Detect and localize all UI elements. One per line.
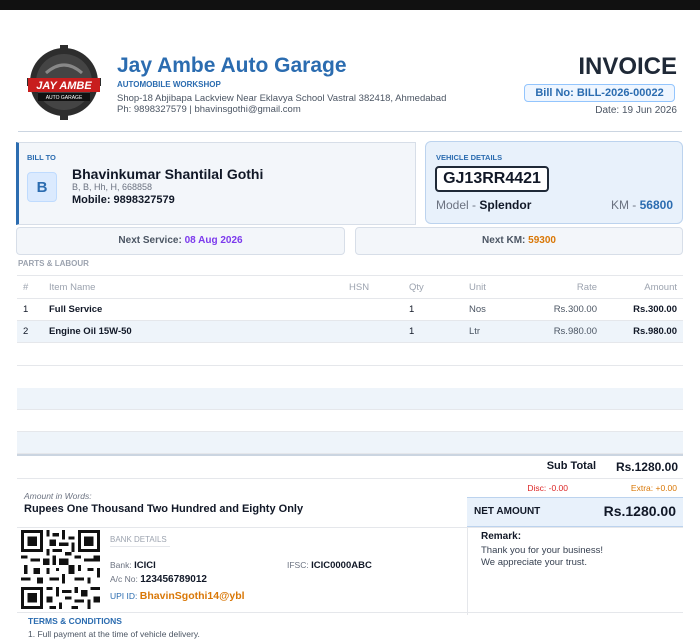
vehicle-km: KM - 56800 — [610, 198, 673, 212]
subtotal-value: Rs.1280.00 — [615, 460, 678, 474]
subtotal-label: Sub Total — [546, 460, 596, 472]
company-name: Jay Ambe Auto Garage — [117, 54, 347, 77]
vehicle-model: Model - Splendor — [436, 198, 532, 212]
empty-row — [17, 432, 683, 454]
empty-row — [17, 388, 683, 410]
table-bottom-rule — [17, 454, 683, 456]
bank-ifsc: IFSC: ICIC0000ABC — [287, 560, 372, 571]
table-row: 2 Engine Oil 15W-50 1 Ltr Rs.980.00 Rs.9… — [17, 320, 683, 343]
svg-text:AUTO GARAGE: AUTO GARAGE — [46, 95, 83, 101]
customer-name: Bhavinkumar Shantilal Gothi — [72, 166, 264, 182]
bank-underline — [110, 546, 170, 547]
col-item: Item Name — [43, 275, 343, 299]
empty-row — [17, 344, 683, 366]
invoice-title: INVOICE — [578, 53, 677, 80]
parts-table: # Item Name HSN Qty Unit Rate Amount 1 F… — [17, 275, 683, 343]
footer-vdivider — [467, 527, 468, 615]
col-hsn: HSN — [343, 275, 403, 299]
terms-line-1: 1. Full payment at the time of vehicle d… — [28, 629, 200, 639]
amount-words-label: Amount in Words: — [24, 491, 92, 501]
bank-upi: UPI ID: BhavinSgothi14@ybl — [110, 590, 245, 602]
discount-value: Disc: -0.00 — [527, 483, 568, 493]
table-header-row: # Item Name HSN Qty Unit Rate Amount — [17, 275, 683, 299]
col-rate: Rate — [513, 275, 603, 299]
customer-avatar: B — [27, 172, 57, 202]
customer-address: B, B, Hh, H, 668858 — [72, 182, 153, 192]
net-amount-value: Rs.1280.00 — [603, 503, 676, 519]
header-divider — [18, 131, 682, 132]
company-address: Shop-18 Abjibapa Lackview Near Eklavya S… — [117, 93, 447, 104]
bank-account: A/c No: 123456789012 — [110, 574, 207, 585]
vehicle-label: VEHICLE DETAILS — [436, 153, 503, 162]
col-amount: Amount — [603, 275, 683, 299]
bank-details-label: BANK DETAILS — [110, 535, 167, 544]
remark-line-1: Thank you for your business! — [481, 545, 603, 556]
empty-row — [17, 410, 683, 432]
company-tagline: AUTOMOBILE WORKSHOP — [117, 80, 221, 89]
invoice-date: Date: 19 Jun 2026 — [595, 105, 677, 116]
top-bar — [0, 0, 700, 10]
next-km-value: 59300 — [528, 235, 556, 246]
customer-mobile: Mobile: 9898327579 — [72, 194, 175, 206]
next-km-box: Next KM: 59300 — [355, 227, 683, 255]
bill-to-label: BILL TO — [27, 153, 56, 162]
totals-divider — [17, 478, 683, 479]
svg-text:JAY AMBE: JAY AMBE — [36, 80, 92, 92]
company-contact: Ph: 9898327579 | bhavinsgothi@gmail.com — [117, 104, 301, 115]
next-service-box: Next Service: 08 Aug 2026 — [16, 227, 345, 255]
upi-qr-code — [21, 530, 100, 609]
parts-section-label: PARTS & LABOUR — [18, 259, 89, 268]
terms-divider — [17, 612, 683, 613]
next-service-date: 08 Aug 2026 — [184, 235, 243, 246]
vehicle-model-value: Splendor — [479, 198, 532, 212]
terms-label: TERMS & CONDITIONS — [28, 616, 122, 626]
col-unit: Unit — [463, 275, 513, 299]
extra-value: Extra: +0.00 — [630, 483, 677, 493]
table-row: 1 Full Service 1 Nos Rs.300.00 Rs.300.00 — [17, 298, 683, 321]
vehicle-plate: GJ13RR4421 — [435, 166, 549, 192]
remark-line-2: We appreciate your trust. — [481, 557, 587, 568]
footer-divider — [17, 527, 683, 528]
col-qty: Qty — [403, 275, 463, 299]
vehicle-km-value: 56800 — [639, 198, 673, 212]
bill-number-badge: Bill No: BILL-2026-00022 — [524, 84, 675, 102]
garage-logo: JAY AMBE AUTO GARAGE — [27, 45, 101, 120]
col-index: # — [17, 275, 43, 299]
remark-label: Remark: — [481, 531, 522, 542]
net-amount-label: NET AMOUNT — [474, 506, 541, 517]
amount-words: Rupees One Thousand Two Hundred and Eigh… — [24, 503, 304, 515]
